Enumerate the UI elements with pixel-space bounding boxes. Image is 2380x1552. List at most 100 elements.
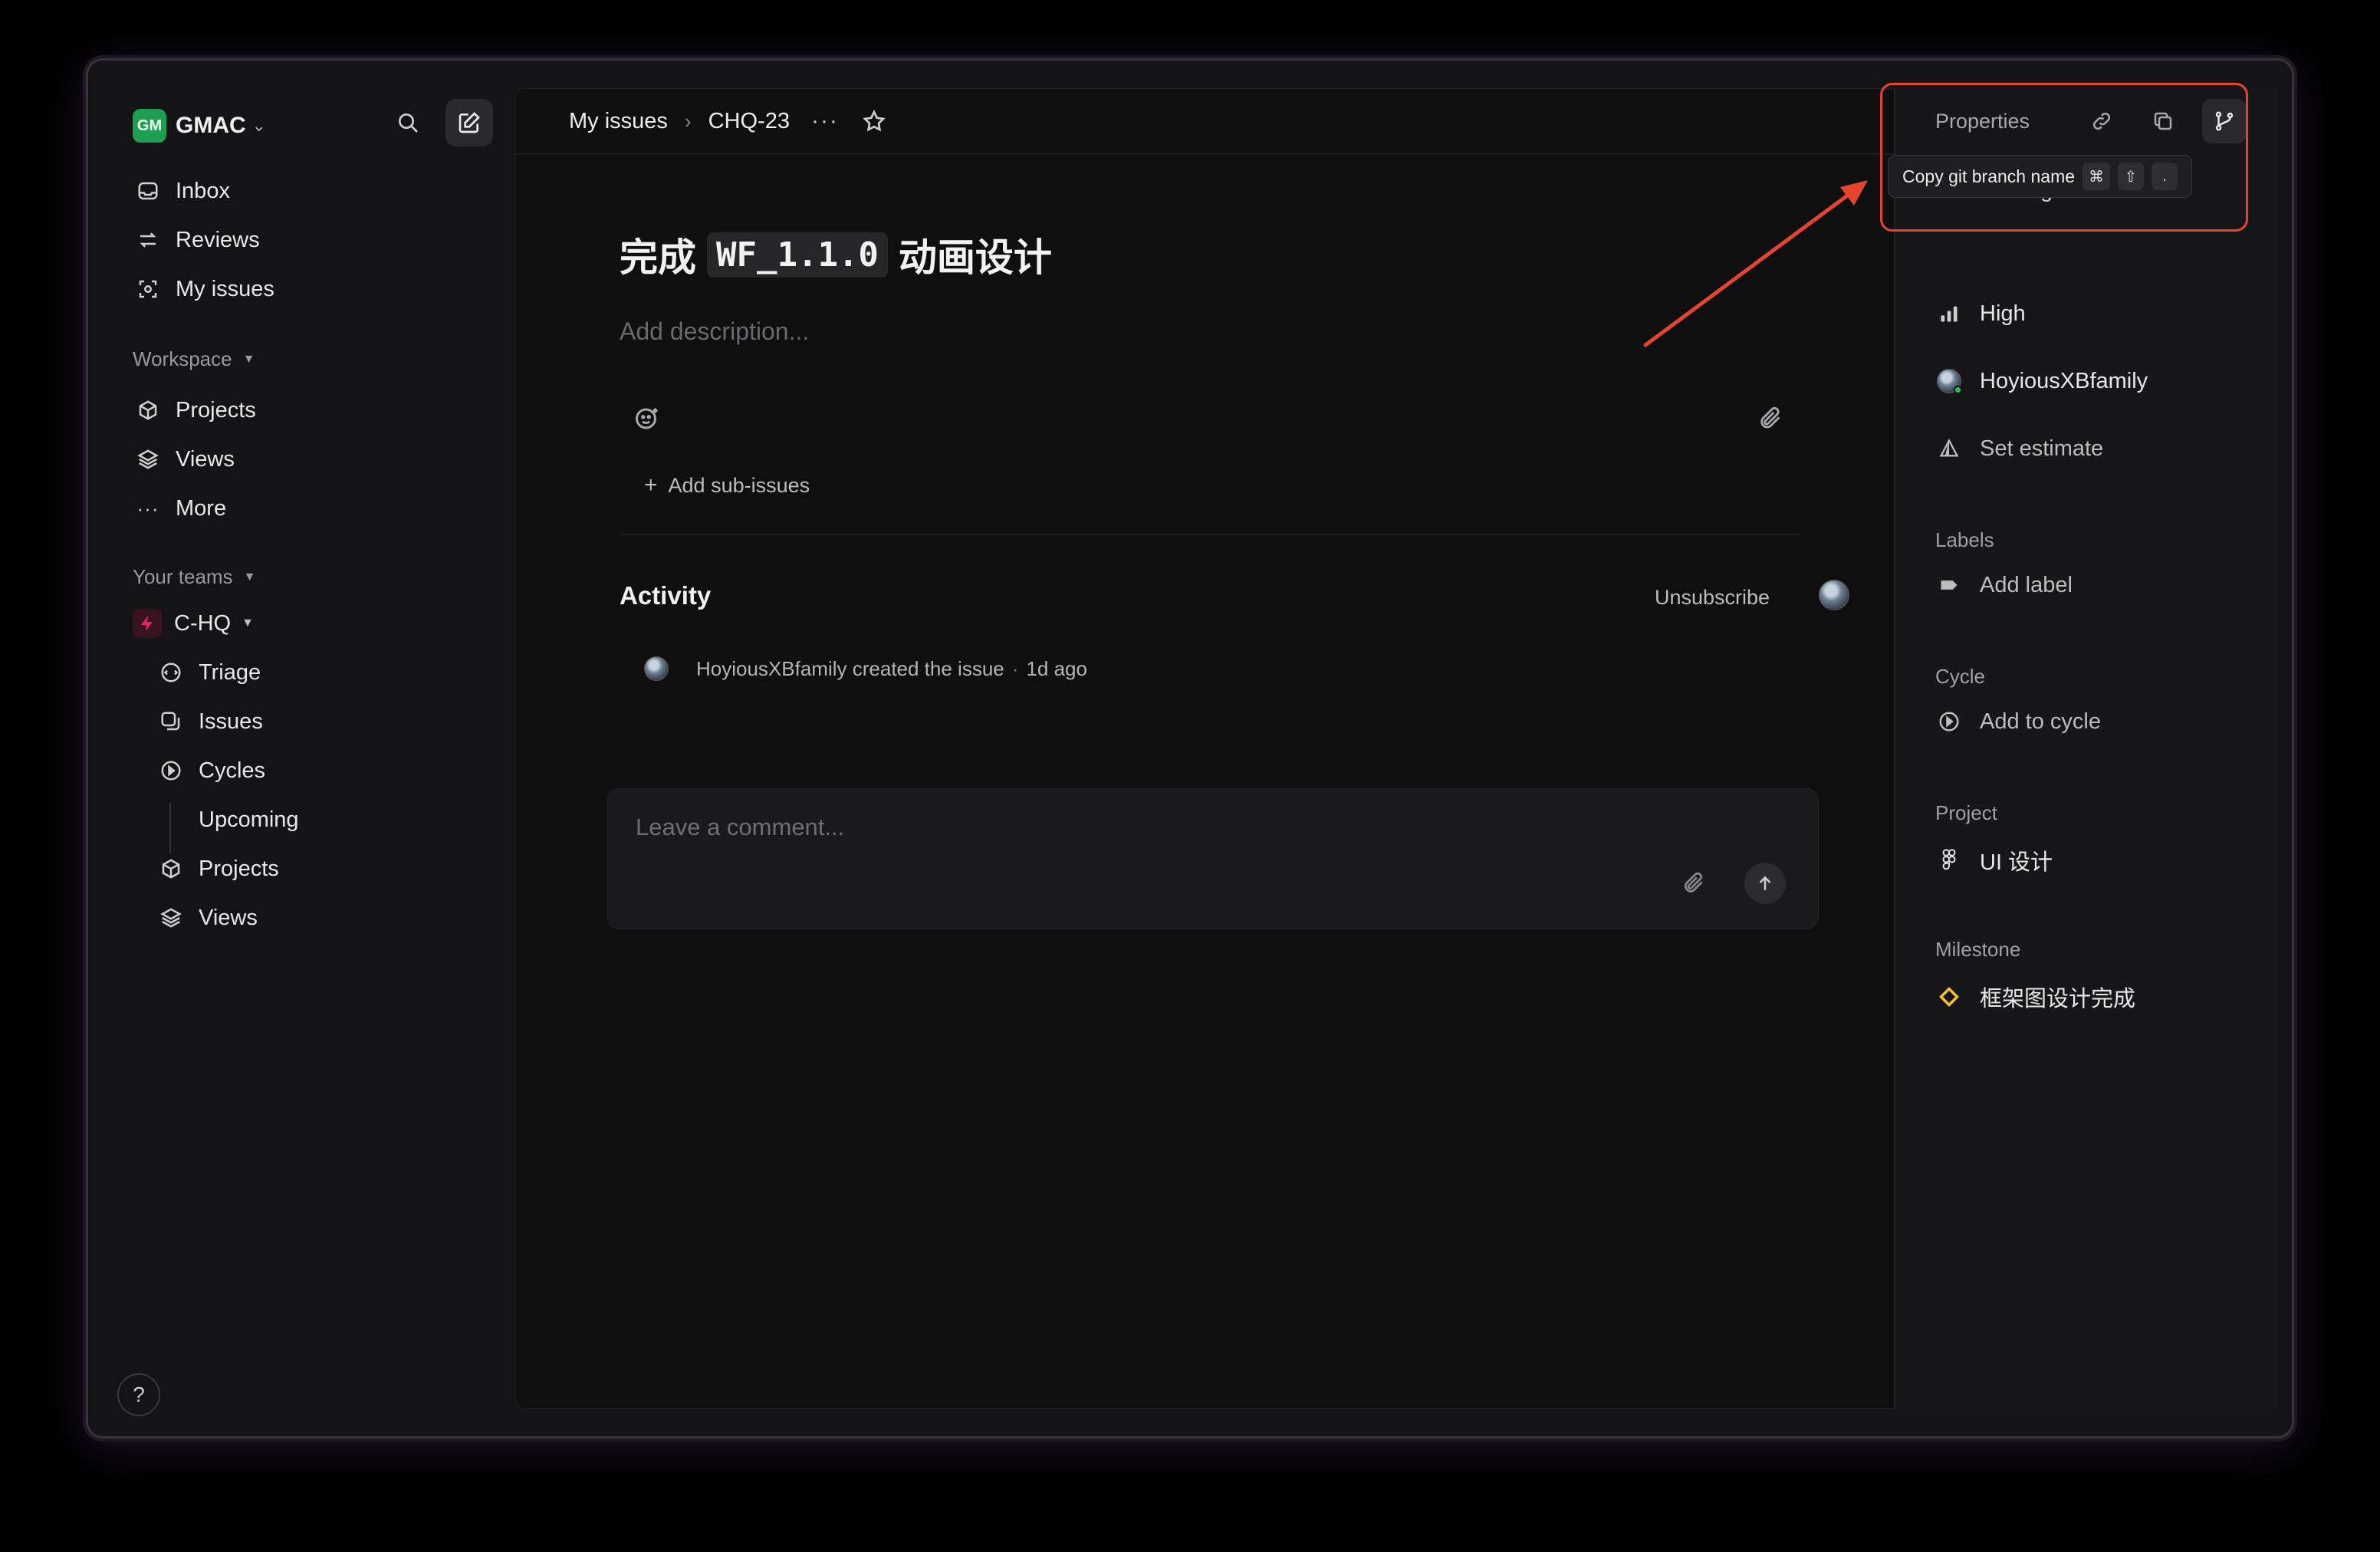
comment-input[interactable]: Leave a comment... xyxy=(636,814,844,841)
paperclip-icon xyxy=(1760,406,1780,429)
arrow-up-icon xyxy=(1759,876,1771,890)
chevron-down-icon: ⌄ xyxy=(251,116,267,135)
add-label-text: Add label xyxy=(1980,572,2073,597)
title-code: WF_1.1.0 xyxy=(707,232,888,278)
copy-id-button[interactable] xyxy=(2141,99,2185,143)
triage-icon xyxy=(156,657,186,688)
caret-down-icon: ▼ xyxy=(242,352,255,366)
sidebar-item-views[interactable]: Views xyxy=(133,439,235,479)
breadcrumb: My issues › CHQ-23 ··· xyxy=(515,89,1894,155)
sidebar-item-inbox[interactable]: Inbox xyxy=(133,171,230,211)
compose-icon xyxy=(459,112,480,133)
emoji-add-icon xyxy=(636,408,658,429)
activity-entry: HoyiousXBfamily created the issue · 1d a… xyxy=(644,656,1087,681)
new-issue-button[interactable] xyxy=(445,99,493,146)
issue-title[interactable]: 完成 WF_1.1.0 动画设计 xyxy=(620,227,1052,282)
unsubscribe-button[interactable]: Unsubscribe xyxy=(1655,586,1770,610)
sidebar-item-issues[interactable]: Issues xyxy=(156,702,263,741)
git-branch-icon xyxy=(2215,111,2234,131)
subscriber-avatar[interactable] xyxy=(1819,580,1849,610)
estimate-field[interactable]: Set estimate xyxy=(1935,435,2103,462)
assignee-field[interactable]: HoyiousXBfamily xyxy=(1935,367,2148,395)
breadcrumb-separator: › xyxy=(684,109,692,133)
sidebar-item-team-projects[interactable]: Projects xyxy=(156,849,279,889)
link-icon xyxy=(2092,112,2111,130)
workspace-section-header[interactable]: Workspace ▼ xyxy=(133,347,255,371)
sidebar-item-cycles[interactable]: Cycles xyxy=(156,751,265,791)
sidebar-item-label: Cycles xyxy=(199,758,266,783)
search-icon xyxy=(399,113,418,133)
estimate-value: Set estimate xyxy=(1980,436,2104,461)
comment-attach-button[interactable] xyxy=(1681,870,1706,899)
sidebar-item-triage[interactable]: Triage xyxy=(156,653,261,692)
avatar xyxy=(644,656,669,681)
assignee-avatar xyxy=(1935,367,1963,395)
project-field[interactable]: UI 设计 xyxy=(1935,844,2053,876)
workspace-switcher[interactable]: GM GMAC ⌄ xyxy=(133,107,266,145)
sidebar-item-label: Issues xyxy=(199,709,263,734)
sidebar-item-label: My issues xyxy=(176,276,274,301)
sidebar-item-label: Triage xyxy=(199,659,261,685)
workspace-name: GMAC xyxy=(176,113,246,138)
project-value: UI 设计 xyxy=(1980,850,2053,875)
teams-section-header[interactable]: Your teams ▼ xyxy=(133,565,255,589)
app-window: GM GMAC ⌄ Inbox Reviews My issues Worksp… xyxy=(86,58,2294,1439)
breadcrumb-current[interactable]: CHQ-23 xyxy=(708,109,790,134)
sidebar-item-upcoming[interactable]: Upcoming xyxy=(156,800,299,840)
more-icon: ··· xyxy=(136,496,159,520)
star-icon xyxy=(863,109,886,132)
paperclip-icon xyxy=(1685,872,1703,893)
add-label-button[interactable]: Add label xyxy=(1935,571,2073,599)
sidebar-item-projects[interactable]: Projects xyxy=(133,390,256,430)
figma-icon xyxy=(1935,847,1963,874)
kbd-command: ⌘ xyxy=(2082,163,2111,190)
add-sub-issues-button[interactable]: + Add sub-issues xyxy=(644,472,810,498)
inbox-icon xyxy=(133,176,163,206)
my-issues-icon xyxy=(133,274,163,304)
breadcrumb-parent[interactable]: My issues xyxy=(569,109,668,134)
assignee-value: HoyiousXBfamily xyxy=(1980,368,2148,393)
more-options-button[interactable]: ··· xyxy=(811,108,839,134)
kbd-shift: ⇧ xyxy=(2118,163,2145,190)
sidebar-item-label: More xyxy=(176,495,227,521)
add-to-cycle-text: Add to cycle xyxy=(1980,709,2101,734)
help-button[interactable]: ? xyxy=(117,1373,160,1416)
sidebar-item-reviews[interactable]: Reviews xyxy=(133,220,260,260)
sidebar-item-my-issues[interactable]: My issues xyxy=(133,269,274,309)
sidebar-item-label: Views xyxy=(176,446,235,472)
cycles-icon xyxy=(156,755,186,786)
copy-branch-button[interactable] xyxy=(2202,99,2247,143)
project-heading: Project xyxy=(1935,801,1997,824)
sidebar-item-more[interactable]: ··· More xyxy=(133,488,227,528)
projects-icon xyxy=(156,853,186,884)
section-label: Your teams xyxy=(133,565,233,588)
search-button[interactable] xyxy=(384,99,432,146)
comment-box[interactable]: Leave a comment... xyxy=(607,788,1819,929)
online-dot xyxy=(1954,386,1962,394)
add-to-cycle-button[interactable]: Add to cycle xyxy=(1935,708,2101,735)
caret-down-icon: ▼ xyxy=(242,617,254,630)
title-suffix: 动画设计 xyxy=(898,236,1052,279)
workspace-badge: GM xyxy=(133,109,166,143)
team-c-hq[interactable]: C-HQ ▼ xyxy=(133,603,254,643)
sidebar-item-label: Inbox xyxy=(176,178,230,203)
issue-main-panel: My issues › CHQ-23 ··· 完成 WF_1.1.0 动画设计 … xyxy=(514,88,1895,1409)
title-prefix: 完成 xyxy=(620,236,696,279)
sidebar-item-team-views[interactable]: Views xyxy=(156,898,258,938)
copy-icon xyxy=(2154,112,2172,130)
milestone-field[interactable]: 框架图设计完成 xyxy=(1935,981,2135,1013)
sidebar-item-label: Views xyxy=(199,905,258,930)
copy-link-button[interactable] xyxy=(2079,99,2124,143)
attach-button[interactable] xyxy=(1757,405,1783,435)
priority-field[interactable]: High xyxy=(1935,300,2026,327)
send-comment-button[interactable] xyxy=(1744,863,1786,904)
favorite-button[interactable] xyxy=(862,109,886,133)
milestone-heading: Milestone xyxy=(1935,938,2021,961)
add-reaction-button[interactable] xyxy=(633,405,661,436)
description-field[interactable]: Add description... xyxy=(620,317,809,346)
sidebar-item-label: Upcoming xyxy=(199,807,299,832)
activity-entry-time: 1d ago xyxy=(1026,656,1087,680)
sidebar-item-label: Projects xyxy=(199,856,279,881)
divider xyxy=(620,534,1800,535)
